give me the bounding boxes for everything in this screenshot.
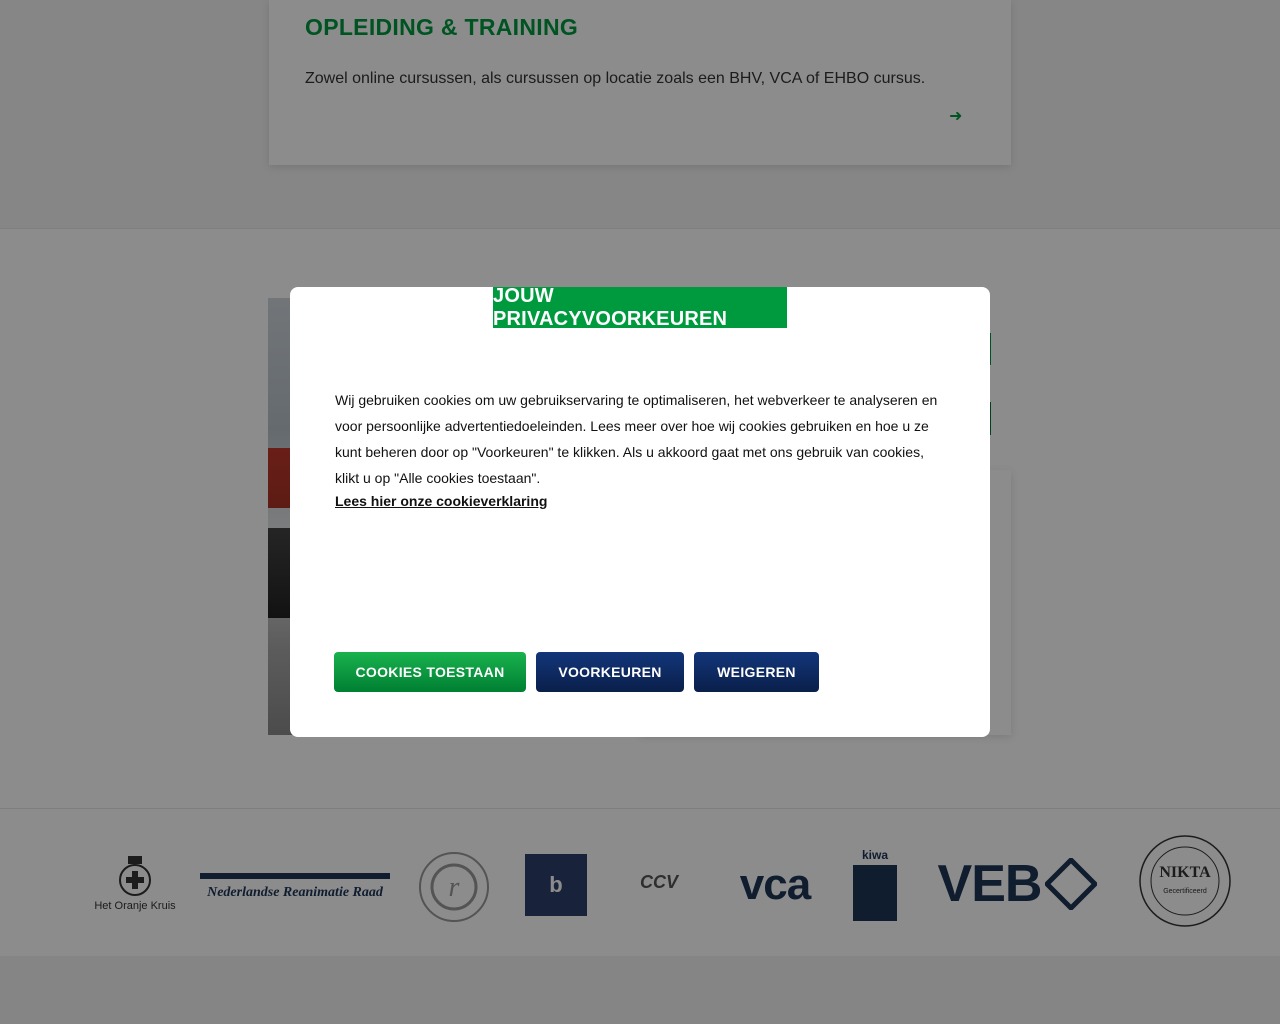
dialog-title: JOUW PRIVACYVOORKEUREN [493,285,787,330]
reject-button[interactable]: WEIGEREN [694,652,819,692]
accept-cookies-button[interactable]: COOKIES TOESTAAN [334,652,526,692]
dialog-body-text: Wij gebruiken cookies om uw gebruikserva… [335,392,938,486]
cookie-statement-link[interactable]: Lees hier onze cookieverklaring [335,493,547,509]
preferences-button[interactable]: VOORKEUREN [536,652,684,692]
cookie-consent-dialog: JOUW PRIVACYVOORKEUREN Wij gebruiken coo… [290,285,990,737]
